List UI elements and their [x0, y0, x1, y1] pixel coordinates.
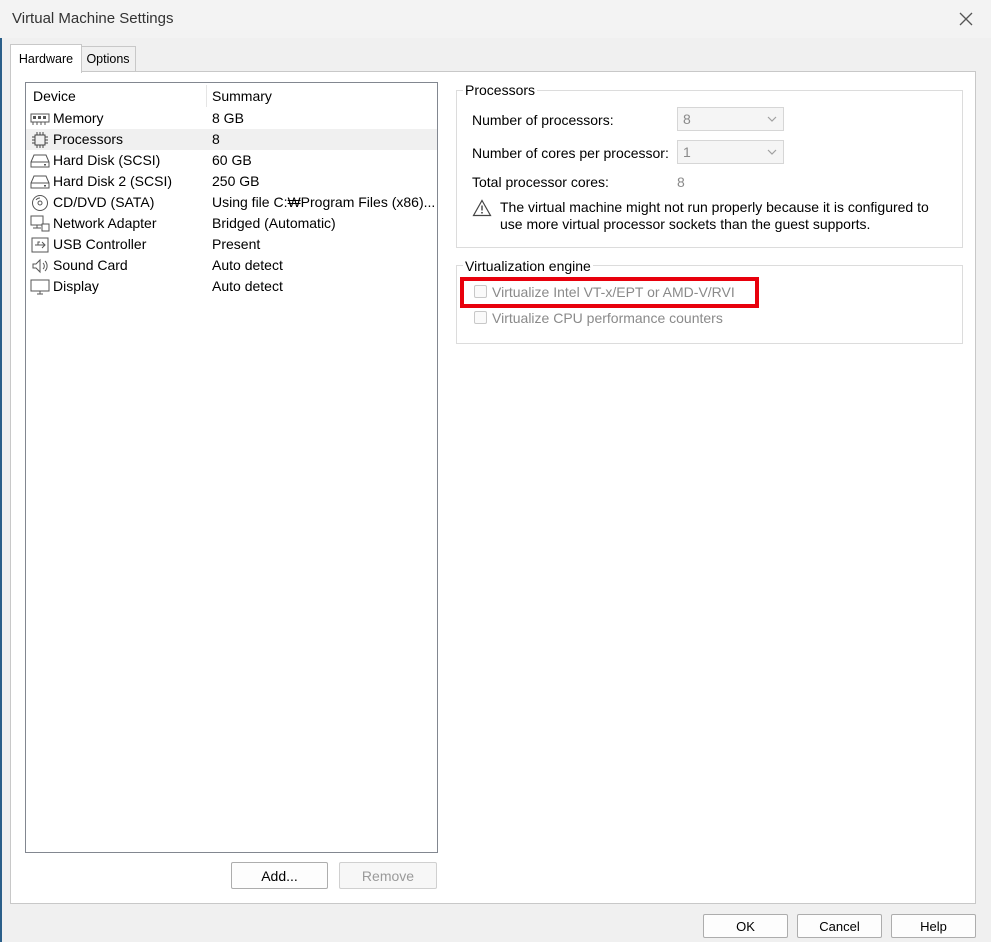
device-name: CD/DVD (SATA): [53, 194, 155, 210]
num-processors-value: 8: [683, 111, 691, 127]
tab-options[interactable]: Options: [80, 46, 136, 71]
cores-per-processor-label: Number of cores per processor:: [472, 145, 669, 161]
device-list[interactable]: Device Summary Memory 8 GB Processors 8 …: [25, 82, 438, 853]
warning-text-line1: The virtual machine might not run proper…: [500, 199, 929, 215]
device-summary: Using file C:₩Program Files (x86)...: [212, 194, 436, 210]
device-name: Processors: [53, 131, 124, 147]
column-header-summary[interactable]: Summary: [212, 88, 272, 104]
device-name: Memory: [53, 110, 104, 126]
num-processors-select[interactable]: 8: [677, 107, 784, 131]
memory-icon: [30, 110, 50, 127]
device-name: Hard Disk 2 (SCSI): [53, 173, 173, 189]
column-header-device[interactable]: Device: [33, 88, 76, 104]
device-row-network-adapter[interactable]: Network Adapter Bridged (Automatic): [26, 213, 437, 234]
cpu-counters-checkbox[interactable]: [474, 311, 487, 324]
tab-hardware[interactable]: Hardware: [10, 44, 82, 73]
remove-device-button[interactable]: Remove: [339, 862, 437, 889]
cpu-counters-checkbox-label[interactable]: Virtualize CPU performance counters: [492, 310, 723, 326]
device-row-sound-card[interactable]: Sound Card Auto detect: [26, 255, 437, 276]
processor-icon: [30, 131, 50, 148]
ok-button[interactable]: OK: [703, 914, 788, 938]
device-name: Display: [53, 278, 99, 294]
monitor-icon: [30, 278, 50, 295]
chevron-down-icon: [767, 116, 777, 122]
processors-group-label: Processors: [463, 82, 538, 98]
device-row-processors[interactable]: Processors 8: [26, 129, 437, 150]
list-header: Device Summary: [26, 83, 437, 109]
device-name: USB Controller: [53, 236, 147, 252]
vtx-checkbox[interactable]: [474, 285, 487, 298]
device-summary: 60 GB: [212, 152, 252, 168]
chevron-down-icon: [767, 149, 777, 155]
cd-dvd-icon: [30, 194, 50, 211]
num-processors-label: Number of processors:: [472, 112, 614, 128]
device-summary: Present: [212, 236, 261, 252]
close-button[interactable]: [951, 6, 981, 32]
window-title: Virtual Machine Settings: [12, 10, 174, 27]
hard-disk-icon: [30, 152, 50, 169]
title-bar: Virtual Machine Settings: [0, 0, 991, 38]
virtualization-engine-group: [456, 265, 963, 344]
device-summary: 8 GB: [212, 110, 244, 126]
column-separator[interactable]: [206, 85, 207, 107]
device-summary: 250 GB: [212, 173, 260, 189]
usb-icon: [30, 236, 50, 253]
close-icon: [959, 12, 973, 26]
device-row-display[interactable]: Display Auto detect: [26, 276, 437, 297]
device-summary: 8: [212, 131, 220, 147]
cores-per-processor-select[interactable]: 1: [677, 140, 784, 164]
device-summary: Bridged (Automatic): [212, 215, 336, 231]
cores-per-processor-value: 1: [683, 144, 691, 160]
device-row-hard-disk-2[interactable]: Hard Disk 2 (SCSI) 250 GB: [26, 171, 437, 192]
add-device-button[interactable]: Add...: [231, 862, 328, 889]
device-name: Sound Card: [53, 257, 128, 273]
cancel-button[interactable]: Cancel: [797, 914, 882, 938]
hard-disk-icon: [30, 173, 50, 190]
device-name: Hard Disk (SCSI): [53, 152, 161, 168]
device-row-cd-dvd[interactable]: CD/DVD (SATA) Using file C:₩Program File…: [26, 192, 437, 213]
device-name: Network Adapter: [53, 215, 157, 231]
speaker-icon: [30, 257, 50, 274]
device-row-usb-controller[interactable]: USB Controller Present: [26, 234, 437, 255]
device-summary: Auto detect: [212, 257, 283, 273]
device-row-hard-disk[interactable]: Hard Disk (SCSI) 60 GB: [26, 150, 437, 171]
background-window-edge: [0, 0, 2, 942]
virtualization-engine-label: Virtualization engine: [463, 258, 593, 274]
total-cores-label: Total processor cores:: [472, 174, 609, 190]
warning-text-line2: use more virtual processor sockets than …: [500, 216, 871, 232]
warning-icon: [472, 199, 492, 217]
device-summary: Auto detect: [212, 278, 283, 294]
help-button[interactable]: Help: [891, 914, 976, 938]
vtx-checkbox-label[interactable]: Virtualize Intel VT-x/EPT or AMD-V/RVI: [492, 284, 735, 300]
network-adapter-icon: [30, 215, 50, 232]
total-cores-value: 8: [677, 174, 685, 190]
device-row-memory[interactable]: Memory 8 GB: [26, 108, 437, 129]
